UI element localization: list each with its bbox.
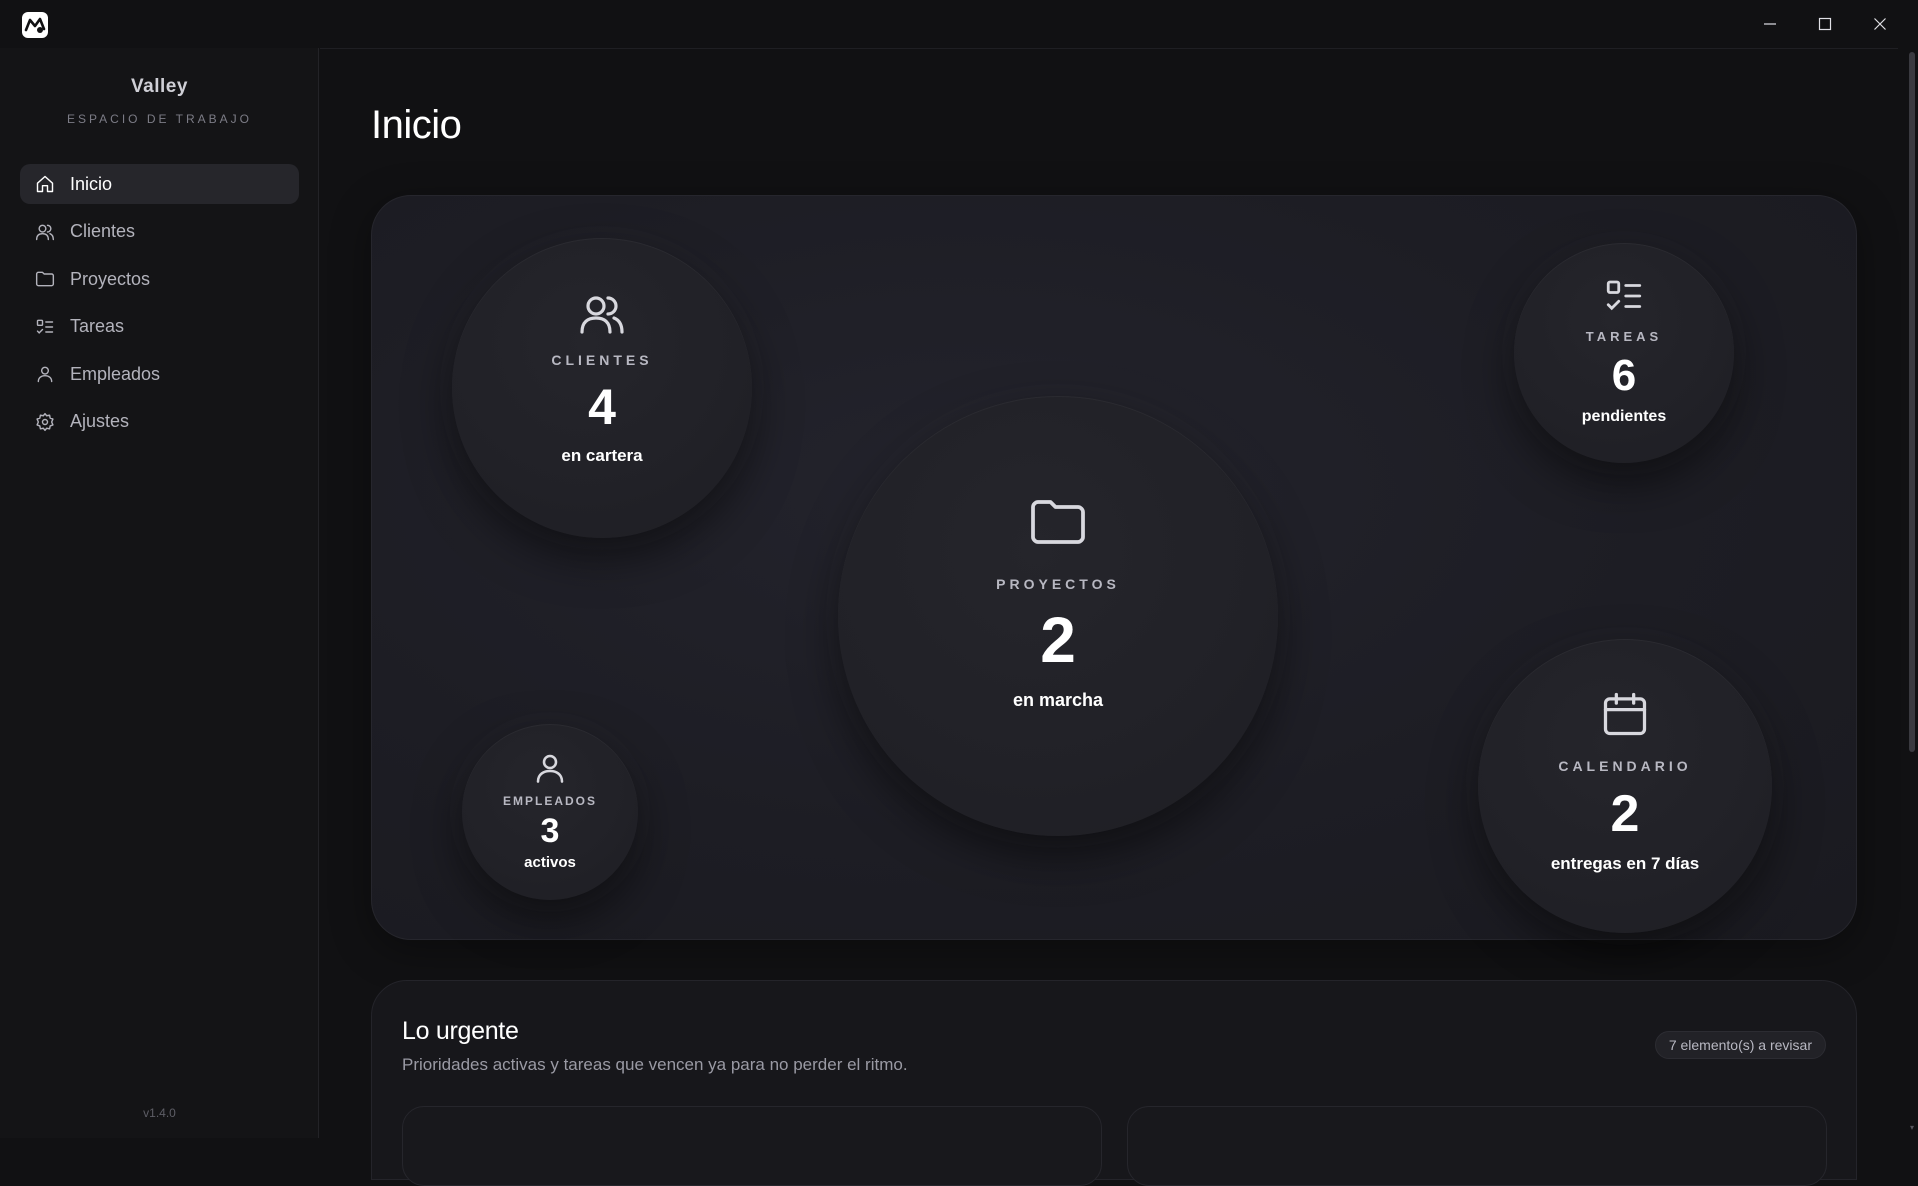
close-icon: [1874, 18, 1886, 30]
sidebar-item-inicio[interactable]: Inicio: [20, 164, 299, 204]
stat-tareas[interactable]: TAREAS 6 pendientes: [1514, 243, 1734, 463]
stat-value: 6: [1611, 350, 1637, 400]
scroll-down-arrow-icon[interactable]: ▾: [1908, 1124, 1916, 1132]
stat-clientes[interactable]: CLIENTES 4 en cartera: [452, 238, 752, 538]
urgent-title: Lo urgente: [402, 1017, 519, 1045]
sidebar-item-label: Inicio: [70, 173, 113, 194]
sidebar-item-label: Tareas: [70, 316, 125, 337]
app-version: v1.4.0: [143, 1106, 176, 1120]
sidebar-item-tareas[interactable]: Tareas: [20, 307, 299, 347]
urgent-count-badge: 7 elemento(s) a revisar: [1654, 1031, 1826, 1059]
sidebar-item-label: Proyectos: [70, 268, 151, 289]
close-button[interactable]: [1852, 0, 1908, 48]
stat-sub: en cartera: [561, 446, 643, 465]
sidebar-item-ajustes[interactable]: Ajustes: [20, 402, 299, 442]
urgent-section: Lo urgente Prioridades activas y tareas …: [371, 980, 1857, 1186]
sidebar-item-clientes[interactable]: Clientes: [20, 212, 299, 252]
page-title: Inicio: [371, 103, 462, 147]
main-scrollbar[interactable]: ▾: [1908, 52, 1916, 1132]
sidebar-item-label: Ajustes: [70, 411, 130, 432]
stat-label: TAREAS: [1585, 328, 1663, 344]
main-content: Inicio CLIENTES 4 en cartera PROYECTOS 2…: [320, 48, 1898, 1186]
stat-value: 3: [540, 811, 560, 850]
stat-label: EMPLEADOS: [502, 793, 597, 808]
user-icon: [35, 364, 55, 384]
sidebar-nav: Inicio Clientes Proyectos Tareas Emplead…: [20, 164, 299, 450]
home-icon: [35, 174, 55, 194]
calendar-icon: [1599, 688, 1651, 740]
minimize-icon: [1764, 23, 1776, 25]
stat-empleados[interactable]: EMPLEADOS 3 activos: [462, 724, 638, 900]
workspace-label: ESPACIO DE TRABAJO: [67, 112, 252, 126]
users-icon: [578, 290, 626, 338]
checklist-icon: [35, 317, 55, 337]
urgent-subtitle: Prioridades activas y tareas que vencen …: [402, 1055, 908, 1074]
stat-sub: activos: [524, 853, 576, 871]
stat-sub: en marcha: [1012, 689, 1104, 710]
stats-panel: CLIENTES 4 en cartera PROYECTOS 2 en mar…: [371, 195, 1857, 940]
scroll-thumb[interactable]: [1909, 52, 1915, 752]
stat-value: 2: [1040, 603, 1076, 676]
minimize-button[interactable]: [1742, 0, 1798, 48]
maximize-icon: [1818, 17, 1832, 31]
urgent-card[interactable]: [1127, 1106, 1827, 1186]
stat-value: 2: [1610, 785, 1640, 843]
urgent-card[interactable]: [402, 1106, 1102, 1186]
sidebar-item-proyectos[interactable]: Proyectos: [20, 259, 299, 299]
stat-value: 4: [588, 379, 616, 435]
sidebar-item-label: Clientes: [70, 221, 136, 242]
title-bar: [0, 0, 1918, 48]
sidebar: Valley ESPACIO DE TRABAJO Inicio Cliente…: [0, 48, 319, 1138]
users-icon: [35, 222, 55, 242]
user-icon: [532, 750, 568, 786]
stat-sub: entregas en 7 días: [1550, 854, 1700, 873]
maximize-button[interactable]: [1797, 0, 1853, 48]
stat-proyectos[interactable]: PROYECTOS 2 en marcha: [838, 396, 1278, 836]
stat-label: PROYECTOS: [996, 575, 1120, 592]
app-logo-icon: [21, 11, 49, 39]
folder-icon: [1028, 492, 1088, 552]
checklist-icon: [1603, 275, 1645, 317]
gear-icon: [35, 412, 55, 432]
stat-calendario[interactable]: CALENDARIO 2 entregas en 7 días: [1478, 639, 1772, 933]
sidebar-item-empleados[interactable]: Empleados: [20, 354, 299, 394]
sidebar-item-label: Empleados: [70, 363, 161, 384]
workspace-name: Valley: [131, 76, 188, 97]
folder-icon: [35, 269, 55, 289]
stat-label: CALENDARIO: [1558, 758, 1692, 774]
stat-sub: pendientes: [1581, 407, 1667, 425]
stat-label: CLIENTES: [551, 352, 653, 368]
